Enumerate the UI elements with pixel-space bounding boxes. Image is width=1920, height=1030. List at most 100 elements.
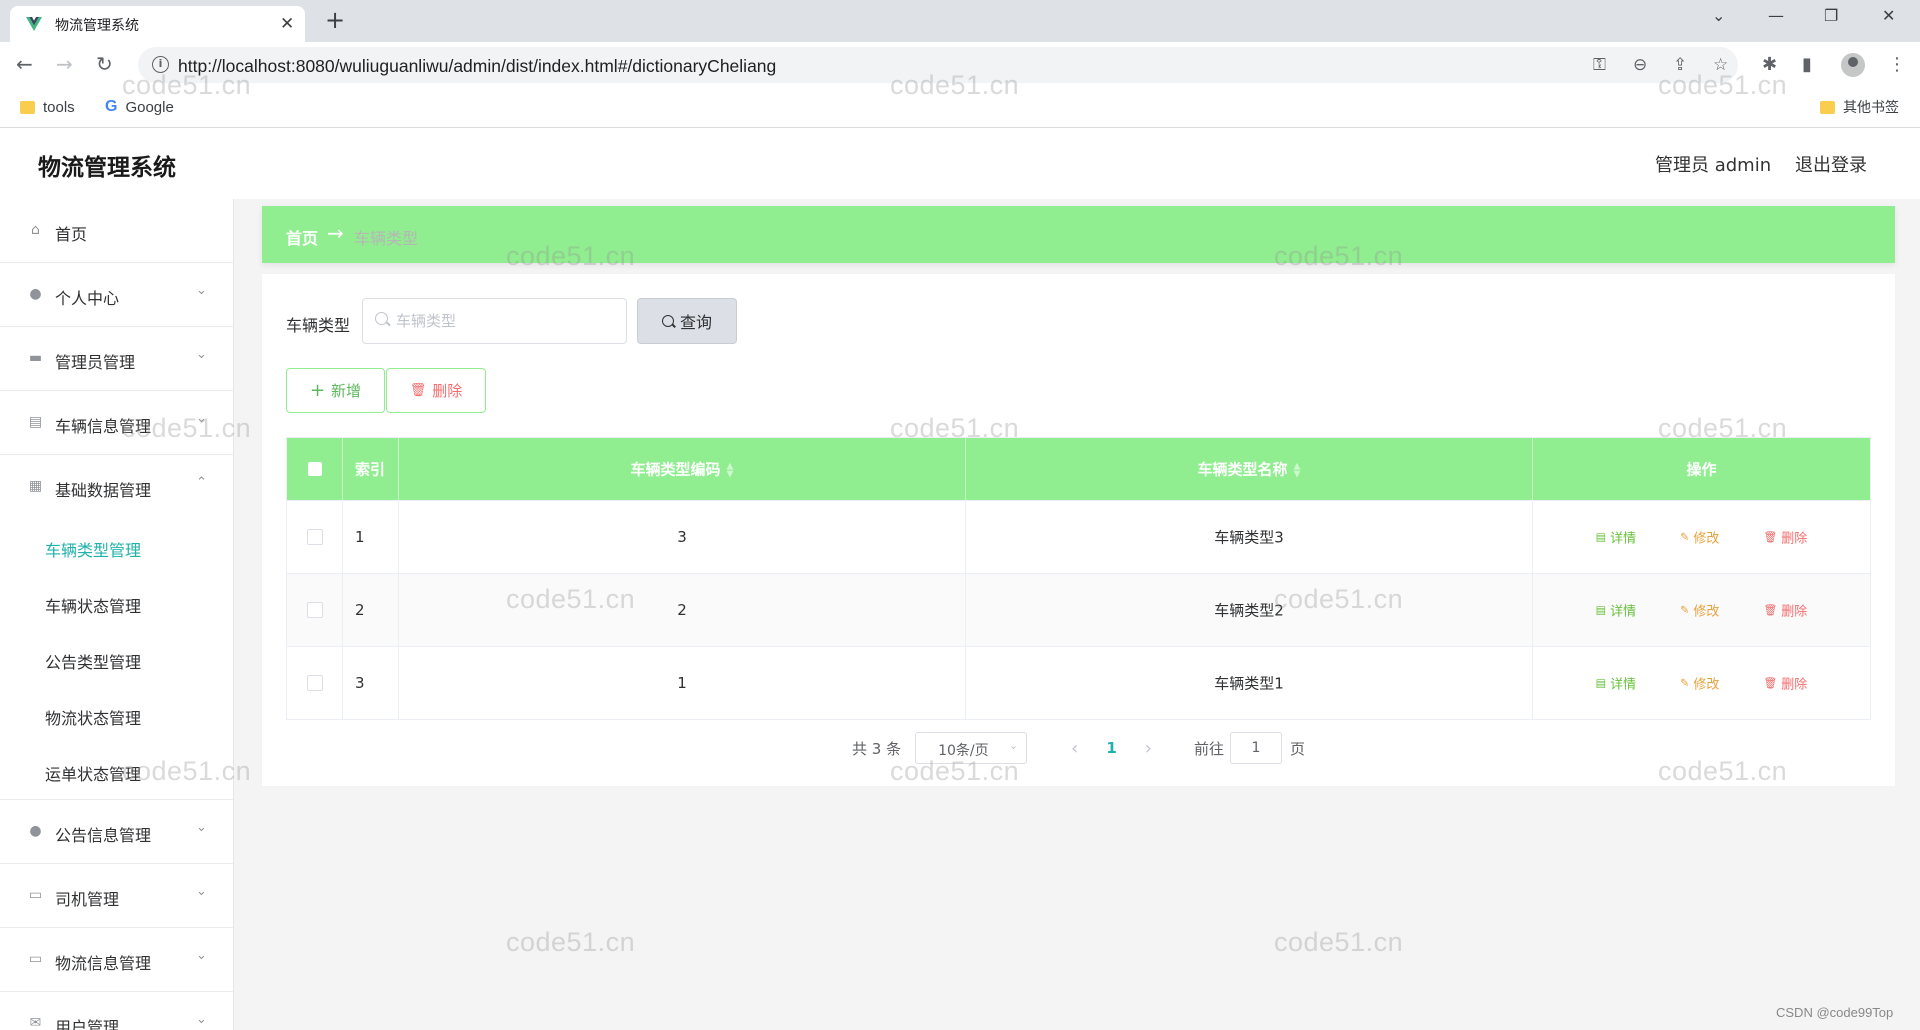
reload-icon[interactable]: ↻ bbox=[96, 52, 113, 76]
bookmark-google[interactable]: G Google bbox=[105, 96, 174, 118]
submenu-item-waybill-status[interactable]: 运单状态管理 bbox=[0, 743, 233, 799]
delete-button[interactable]: 🗑 删除 bbox=[1763, 528, 1807, 547]
detail-button[interactable]: ▤ 详情 bbox=[1596, 674, 1636, 693]
sidebar-item-home[interactable]: ⌂ 首页 bbox=[0, 199, 233, 263]
row-code-cell: 3 bbox=[399, 501, 966, 573]
row-checkbox[interactable] bbox=[307, 602, 323, 618]
row-code-cell: 1 bbox=[399, 647, 966, 719]
header-name[interactable]: 车辆类型名称 ▲ ▼ bbox=[966, 438, 1533, 500]
sidebar-item-logistics[interactable]: ▭ 物流信息管理 ⌄ bbox=[0, 928, 233, 992]
trash-icon: 🗑 bbox=[409, 383, 427, 398]
edit-button[interactable]: ✎ 修改 bbox=[1680, 674, 1719, 693]
site-info-icon[interactable]: i bbox=[152, 56, 169, 73]
logout-link[interactable]: 退出登录 bbox=[1795, 151, 1867, 177]
page-size-select[interactable]: 10条/页 ⌄ bbox=[915, 732, 1028, 764]
breadcrumb-home[interactable]: 首页 bbox=[286, 225, 318, 249]
sidebar-item-profile[interactable]: ● 个人中心 ⌄ bbox=[0, 263, 233, 327]
address-bar[interactable]: i http://localhost:8080/wuliuguanliwu/ad… bbox=[138, 47, 1738, 83]
key-icon[interactable]: ⚿ bbox=[1593, 55, 1606, 75]
bookmark-label: tools bbox=[43, 98, 75, 116]
sidebar-item-users[interactable]: ✉ 用户管理 ⌄ bbox=[0, 992, 233, 1030]
chevron-down-icon: ⌄ bbox=[196, 347, 207, 362]
tab-search-icon[interactable]: ⌄ bbox=[1712, 6, 1725, 25]
delete-button[interactable]: 🗑 删除 bbox=[1763, 601, 1807, 620]
delete-button[interactable]: 🗑 删除 bbox=[1763, 674, 1807, 693]
delete-label: 删除 bbox=[1781, 604, 1808, 620]
url-text[interactable]: http://localhost:8080/wuliuguanliwu/admi… bbox=[178, 56, 776, 77]
bookmark-label: Google bbox=[125, 98, 174, 116]
query-button[interactable]: 查询 bbox=[637, 298, 737, 344]
add-button[interactable]: + 新增 bbox=[286, 368, 385, 413]
row-checkbox-cell bbox=[287, 574, 343, 646]
page-number-current[interactable]: 1 bbox=[1106, 739, 1116, 757]
zoom-icon[interactable]: ⊖ bbox=[1633, 55, 1647, 75]
prev-page-icon[interactable]: ‹ bbox=[1071, 738, 1078, 759]
table-row: 1 3 车辆类型3 ▤ 详情 ✎ 修改 🗑 删除 bbox=[287, 500, 1870, 573]
browser-tab[interactable]: 物流管理系统 ✕ bbox=[10, 6, 305, 42]
back-icon[interactable]: ← bbox=[16, 52, 33, 76]
row-index: 2 bbox=[355, 601, 365, 619]
other-bookmarks[interactable]: 其他书签 bbox=[1820, 96, 1899, 118]
restore-icon[interactable]: ❐ bbox=[1824, 6, 1838, 25]
batch-delete-button[interactable]: 🗑 删除 bbox=[386, 368, 486, 413]
user-icon: ● bbox=[29, 286, 42, 302]
sidebar-item-basic-data[interactable]: ▦ 基础数据管理 ⌃ bbox=[0, 455, 233, 519]
pager-total: 共 3 条 bbox=[852, 739, 902, 758]
submenu-item-vehicle-type[interactable]: 车辆类型管理 bbox=[0, 519, 233, 575]
detail-button[interactable]: ▤ 详情 bbox=[1596, 528, 1636, 547]
sidebar-item-notices[interactable]: ● 公告信息管理 ⌄ bbox=[0, 800, 233, 864]
google-icon: G bbox=[105, 98, 118, 115]
close-window-icon[interactable]: ✕ bbox=[1882, 6, 1895, 25]
submenu-item-label: 物流状态管理 bbox=[45, 709, 142, 728]
menu-dots-icon[interactable]: ⋮ bbox=[1888, 54, 1906, 75]
row-code-cell: 2 bbox=[399, 574, 966, 646]
header-code[interactable]: 车辆类型编码 ▲ ▼ bbox=[399, 438, 966, 500]
chevron-down-icon: ⌄ bbox=[196, 820, 207, 835]
submenu-item-vehicle-status[interactable]: 车辆状态管理 bbox=[0, 575, 233, 631]
sidebar-item-vehicles[interactable]: ▤ 车辆信息管理 ⌄ bbox=[0, 391, 233, 455]
trash-icon: 🗑 bbox=[1763, 603, 1778, 617]
chat-icon: ▬ bbox=[28, 350, 43, 366]
sort-caret-icon[interactable]: ▲ ▼ bbox=[1294, 462, 1301, 479]
detail-button[interactable]: ▤ 详情 bbox=[1596, 601, 1636, 620]
side-panel-icon[interactable]: ▮ bbox=[1802, 54, 1812, 75]
sidebar-item-label: 物流信息管理 bbox=[55, 954, 152, 973]
bookmark-tools[interactable]: tools bbox=[20, 96, 75, 118]
share-icon[interactable]: ⇪ bbox=[1673, 55, 1687, 75]
submenu-item-notice-type[interactable]: 公告类型管理 bbox=[0, 631, 233, 687]
header-index: 索引 bbox=[343, 438, 399, 500]
goto-page-input[interactable] bbox=[1229, 732, 1282, 764]
sidebar-item-admins[interactable]: ▬ 管理员管理 ⌄ bbox=[0, 327, 233, 391]
row-ops: ▤ 详情 ✎ 修改 🗑 删除 bbox=[1533, 674, 1870, 693]
search-field[interactable] bbox=[362, 298, 627, 344]
edit-button[interactable]: ✎ 修改 bbox=[1680, 528, 1719, 547]
detail-label: 详情 bbox=[1610, 604, 1637, 620]
submenu-item-label: 公告类型管理 bbox=[45, 653, 142, 672]
chevron-down-icon: ⌄ bbox=[196, 1012, 207, 1027]
delete-label: 删除 bbox=[1781, 677, 1808, 693]
row-checkbox[interactable] bbox=[307, 529, 323, 545]
forward-icon[interactable]: → bbox=[56, 52, 73, 76]
row-ops: ▤ 详情 ✎ 修改 🗑 删除 bbox=[1533, 601, 1870, 620]
next-page-icon[interactable]: › bbox=[1145, 738, 1152, 759]
submenu-item-logistics-status[interactable]: 物流状态管理 bbox=[0, 687, 233, 743]
header-name-wrap: 车辆类型名称 ▲ ▼ bbox=[966, 459, 1532, 480]
new-tab-icon[interactable]: + bbox=[325, 6, 345, 34]
browser-toolbar: ← → ↻ i http://localhost:8080/wuliuguanl… bbox=[0, 42, 1920, 88]
extensions-icon[interactable]: ✱ bbox=[1762, 54, 1777, 75]
search-input[interactable] bbox=[396, 311, 616, 331]
browser-tab-strip: 物流管理系统 ✕ + ⌄ — ❐ ✕ bbox=[0, 0, 1920, 42]
profile-avatar[interactable] bbox=[1841, 53, 1865, 77]
row-checkbox[interactable] bbox=[307, 675, 323, 691]
edit-button[interactable]: ✎ 修改 bbox=[1680, 601, 1719, 620]
admin-label: 管理员 admin bbox=[1655, 155, 1772, 176]
sort-caret-icon[interactable]: ▲ ▼ bbox=[727, 462, 734, 479]
minimize-icon[interactable]: — bbox=[1768, 6, 1784, 25]
bookmarks-bar: tools G Google 其他书签 bbox=[0, 88, 1920, 128]
sidebar-item-drivers[interactable]: ▭ 司机管理 ⌄ bbox=[0, 864, 233, 928]
close-tab-icon[interactable]: ✕ bbox=[280, 14, 294, 34]
bookmark-star-icon[interactable]: ☆ bbox=[1713, 55, 1728, 75]
select-all-checkbox[interactable] bbox=[308, 462, 322, 476]
sidebar-item-label: 基础数据管理 bbox=[55, 481, 152, 500]
folder-icon bbox=[1820, 100, 1835, 114]
